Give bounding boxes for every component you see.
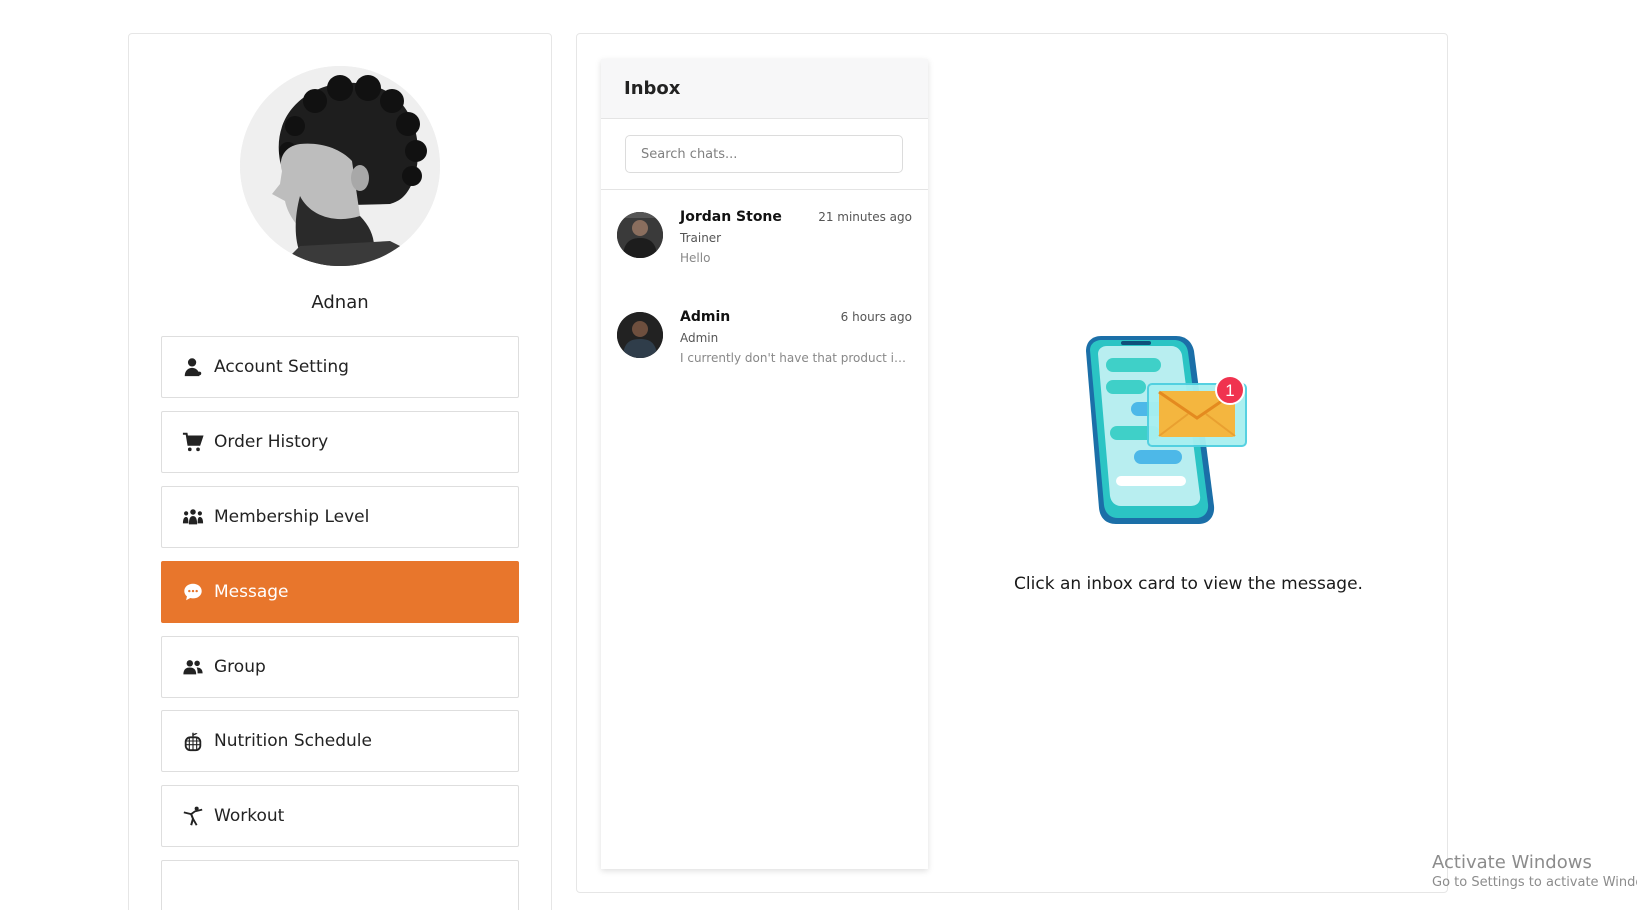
- workout-icon: [182, 805, 204, 827]
- empty-state-text: Click an inbox card to view the message.: [1014, 574, 1363, 594]
- menu-nutrition-schedule[interactable]: Nutrition Schedule: [161, 710, 519, 772]
- menu-account-setting[interactable]: Account Setting: [161, 336, 519, 398]
- menu-label: Order History: [214, 432, 329, 452]
- profile-name: Adnan: [311, 292, 369, 313]
- search-bar: [601, 119, 928, 190]
- menu-group[interactable]: Group: [161, 636, 519, 698]
- chat-preview: I currently don't have that product in..…: [680, 351, 912, 365]
- watermark-subtitle: Go to Settings to activate Windows.: [1432, 875, 1637, 890]
- menu-label: Workout: [214, 806, 285, 826]
- menu-more[interactable]: [161, 860, 519, 910]
- menu-label: Account Setting: [214, 357, 349, 377]
- group-icon: [182, 656, 204, 678]
- watermark-title: Activate Windows: [1432, 852, 1592, 873]
- chat-avatar: [617, 212, 663, 258]
- menu-label: Message: [214, 582, 289, 602]
- chat-time: 6 hours ago: [840, 310, 912, 324]
- menu-workout[interactable]: Workout: [161, 785, 519, 847]
- chat-card[interactable]: Jordan Stone 21 minutes ago Trainer Hell…: [601, 190, 928, 290]
- menu-label: Membership Level: [214, 507, 370, 527]
- menu-membership-level[interactable]: Membership Level: [161, 486, 519, 548]
- chat-card[interactable]: Admin 6 hours ago Admin I currently don'…: [601, 290, 928, 390]
- chat-avatar: [617, 312, 663, 358]
- profile-avatar: [240, 66, 440, 266]
- chat-role: Admin: [680, 331, 719, 345]
- phone-message-illustration: 1: [1076, 336, 1266, 536]
- inbox-panel: Inbox Jordan Stone 21 minutes ago Traine…: [601, 59, 928, 869]
- inbox-header: Inbox: [601, 59, 928, 119]
- menu-label: Nutrition Schedule: [214, 731, 372, 751]
- menu-label: Group: [214, 657, 266, 677]
- chat-name: Jordan Stone: [680, 209, 782, 225]
- people-icon: [182, 506, 204, 528]
- chat-role: Trainer: [680, 231, 722, 245]
- menu-message[interactable]: Message: [161, 561, 519, 623]
- user-icon: [182, 356, 204, 378]
- windows-activation-watermark: Activate Windows Go to Settings to activ…: [1432, 852, 1637, 892]
- chat-time: 21 minutes ago: [818, 210, 912, 224]
- notification-badge-count: 1: [1225, 381, 1234, 400]
- search-input[interactable]: [625, 135, 903, 173]
- chat-name: Admin: [680, 309, 731, 325]
- chat-icon: [182, 581, 204, 603]
- profile-sidebar: Adnan Account Setting Order History Memb…: [128, 33, 552, 910]
- cart-icon: [182, 431, 204, 453]
- menu-order-history[interactable]: Order History: [161, 411, 519, 473]
- nutrition-icon: [182, 730, 204, 752]
- message-area: Inbox Jordan Stone 21 minutes ago Traine…: [576, 33, 1448, 893]
- chat-preview: Hello: [680, 251, 711, 265]
- inbox-title: Inbox: [624, 78, 681, 99]
